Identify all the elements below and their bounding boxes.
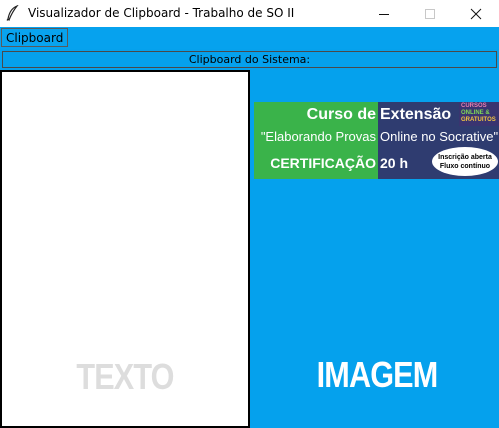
badge-line-1: CURSOS (461, 103, 487, 109)
image-panel: Curso de Extensão "Elaborando Provas Onl… (252, 70, 499, 428)
menu-clipboard[interactable]: Clipboard (1, 28, 69, 47)
banner-badge: CURSOS ONLINE & GRATUITOS (459, 102, 499, 126)
main-area: TEXTO Curso de Extensão "Elaborando Prov… (0, 70, 499, 428)
window-title: Visualizador de Clipboard - Trabalho de … (28, 6, 295, 20)
badge-line-3: GRATUITOS (461, 117, 496, 123)
banner-line2-right: Online no Socrative" (380, 129, 499, 144)
oval-line-1: Inscrição aberta (438, 154, 492, 161)
close-button[interactable] (453, 0, 499, 27)
title-bar: Visualizador de Clipboard - Trabalho de … (0, 0, 499, 27)
banner-line1-right: Extensão (380, 106, 452, 123)
image-placeholder-label: IMAGEM (316, 354, 439, 395)
badge-line-2: ONLINE & (461, 110, 490, 116)
feather-icon (6, 4, 20, 22)
oval-line-2: Fluxo contínuo (439, 163, 491, 170)
banner-line1-left: Curso de (306, 106, 376, 123)
header-strip: Clipboard do Sistema: (0, 49, 499, 70)
maximize-button[interactable] (407, 0, 453, 27)
minimize-button[interactable] (361, 0, 407, 27)
banner-line3-right: 20 h (380, 155, 409, 171)
banner-oval: Inscrição aberta Fluxo contínuo (432, 147, 498, 176)
header-label: Clipboard do Sistema: (2, 51, 497, 68)
banner-line2-left: "Elaborando Provas (260, 129, 376, 144)
clipboard-image: Curso de Extensão "Elaborando Provas Onl… (254, 102, 499, 179)
text-placeholder-label: TEXTO (76, 356, 174, 397)
banner-line3-left: CERTIFICAÇÃO (270, 155, 376, 171)
menu-bar: Clipboard (0, 27, 499, 49)
text-panel[interactable]: TEXTO (0, 70, 250, 428)
